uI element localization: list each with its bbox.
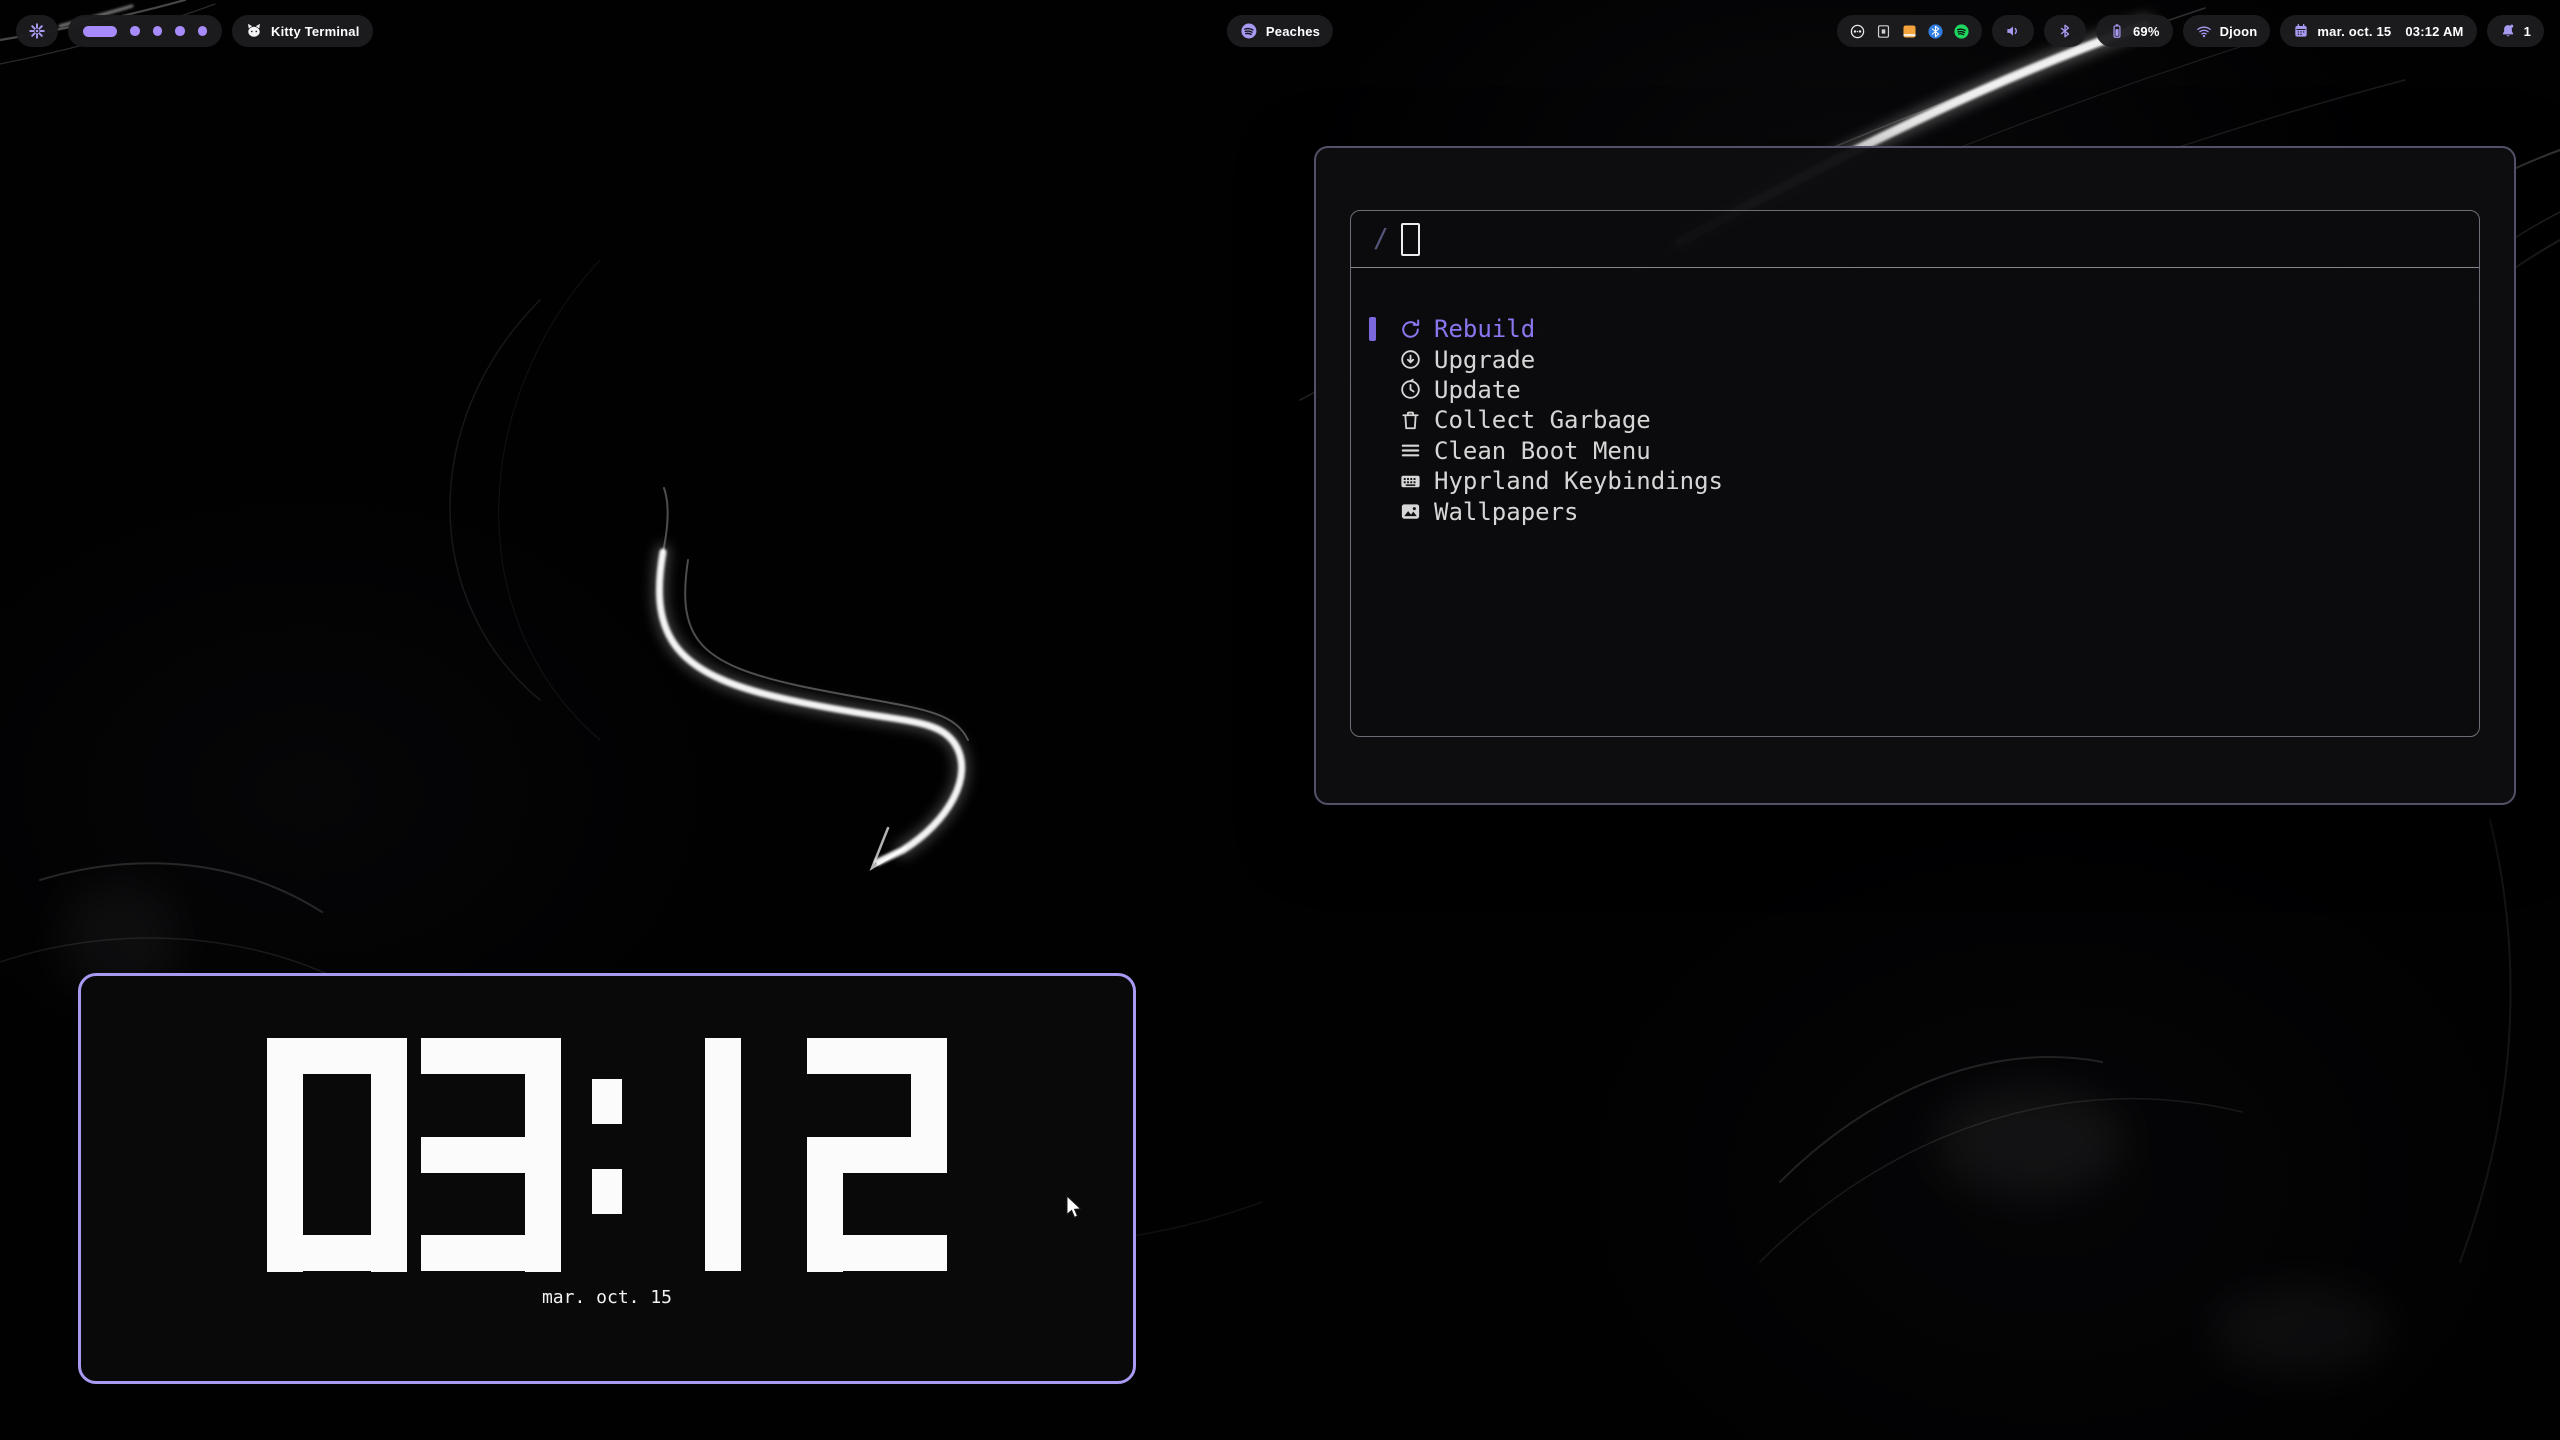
- battery-icon: [2109, 23, 2125, 39]
- menu-item-rebuild[interactable]: Rebuild: [1351, 314, 2479, 344]
- menu-item-update[interactable]: Update: [1351, 375, 2479, 405]
- system-tray[interactable]: [1837, 15, 1982, 47]
- search-bar[interactable]: /: [1351, 211, 2479, 268]
- digit-segment: [267, 1235, 407, 1271]
- menu-item-label: Clean Boot Menu: [1434, 439, 1651, 463]
- bar-center-modules: Peaches: [1227, 15, 1333, 47]
- clock-refresh-icon: [1399, 378, 1422, 401]
- workspace-dot[interactable]: [175, 26, 185, 36]
- selection-indicator: [1369, 317, 1376, 341]
- volume-icon: [2005, 23, 2021, 39]
- refresh-icon: [1399, 318, 1422, 341]
- network-pill[interactable]: Djoon: [2183, 15, 2271, 47]
- battery-pill[interactable]: 69%: [2096, 15, 2173, 47]
- launcher-window: / Rebuild Upgrade Update Collect Garbage Cle…: [1314, 146, 2516, 805]
- cat-icon: [245, 22, 263, 40]
- menu-item-label: Update: [1434, 378, 1521, 402]
- menu-item-collect-garbage[interactable]: Collect Garbage: [1351, 405, 2479, 435]
- datetime-pill[interactable]: mar. oct. 15 03:12 AM: [2280, 15, 2476, 47]
- network-label: Djoon: [2220, 25, 2258, 38]
- bar-right-modules: 69% Djoon mar. oct. 15 03:12 AM 1: [1837, 15, 2544, 47]
- top-bar: Kitty Terminal Peaches 69% Djoon mar. oct.…: [16, 15, 2544, 47]
- menu-item-clean-boot-menu[interactable]: Clean Boot Menu: [1351, 436, 2479, 466]
- workspace-dot[interactable]: [153, 26, 163, 36]
- launcher-button[interactable]: [16, 15, 58, 47]
- image-icon: [1399, 500, 1422, 523]
- clock-time: [81, 1038, 1133, 1271]
- clock-digit-0: [267, 1038, 407, 1271]
- datetime-label: mar. oct. 15: [2317, 25, 2391, 38]
- aperture-icon[interactable]: [1849, 23, 1866, 40]
- menu-item-upgrade[interactable]: Upgrade: [1351, 344, 2479, 374]
- workspace-active[interactable]: [83, 26, 117, 37]
- menu-item-label: Wallpapers: [1434, 500, 1579, 524]
- launcher-menu: Rebuild Upgrade Update Collect Garbage Clean…: [1351, 268, 2479, 527]
- battery-label: 69%: [2133, 25, 2160, 38]
- clock-digit-3: [421, 1038, 561, 1271]
- menu-item-label: Hyprland Keybindings: [1434, 469, 1723, 493]
- notifications-pill[interactable]: 1: [2487, 15, 2544, 47]
- menu-item-label: Upgrade: [1434, 348, 1535, 372]
- media-pill[interactable]: Peaches: [1227, 15, 1333, 47]
- workspaces-indicator[interactable]: [68, 15, 222, 47]
- active-window-title: Kitty Terminal: [271, 25, 360, 38]
- colon-block: [592, 1079, 622, 1124]
- workspace-dot[interactable]: [130, 26, 140, 36]
- calendar-icon: [2293, 23, 2309, 39]
- digit-segment: [807, 1235, 947, 1271]
- bluetooth-icon: [2057, 23, 2073, 39]
- menu-item-label: Collect Garbage: [1434, 408, 1651, 432]
- text-cursor: [1401, 223, 1420, 256]
- digit-segment: [705, 1038, 741, 1271]
- launcher-panel: / Rebuild Upgrade Update Collect Garbage Cle…: [1350, 210, 2480, 737]
- clock-digit-1: [653, 1038, 793, 1271]
- download-circle-icon: [1399, 348, 1422, 371]
- search-prompt: /: [1373, 224, 1389, 254]
- media-title: Peaches: [1266, 25, 1320, 38]
- spotify-green-icon[interactable]: [1953, 23, 1970, 40]
- spotify-icon: [1240, 22, 1258, 40]
- wifi-icon: [2196, 23, 2212, 39]
- mouse-cursor: [1062, 1194, 1086, 1220]
- files-icon[interactable]: [1901, 23, 1918, 40]
- trash-icon: [1399, 409, 1422, 432]
- bell-icon: [2500, 23, 2516, 39]
- active-window-pill[interactable]: Kitty Terminal: [232, 15, 373, 47]
- bluetooth-badge-icon[interactable]: [1927, 23, 1944, 40]
- kdeconnect-icon[interactable]: [1875, 23, 1892, 40]
- notifications-label: 1: [2524, 25, 2531, 38]
- list-icon: [1399, 439, 1422, 462]
- clock-widget: mar. oct. 15: [78, 973, 1136, 1384]
- clock-digit-2: [807, 1038, 947, 1271]
- clock-colon: [575, 1038, 639, 1271]
- volume-pill[interactable]: [1992, 15, 2034, 47]
- bar-left-modules: Kitty Terminal: [16, 15, 373, 47]
- menu-item-hyprland-keybindings[interactable]: Hyprland Keybindings: [1351, 466, 2479, 496]
- menu-item-label: Rebuild: [1434, 317, 1535, 341]
- workspace-dot[interactable]: [198, 26, 208, 36]
- menu-item-wallpapers[interactable]: Wallpapers: [1351, 496, 2479, 526]
- keyboard-icon: [1399, 470, 1422, 493]
- bluetooth-pill[interactable]: [2044, 15, 2086, 47]
- digit-segment: [421, 1235, 561, 1271]
- colon-block: [592, 1169, 622, 1214]
- snowflake-icon: [28, 22, 46, 40]
- clock-date: mar. oct. 15: [81, 1287, 1133, 1308]
- datetime-label: 03:12 AM: [2405, 25, 2463, 38]
